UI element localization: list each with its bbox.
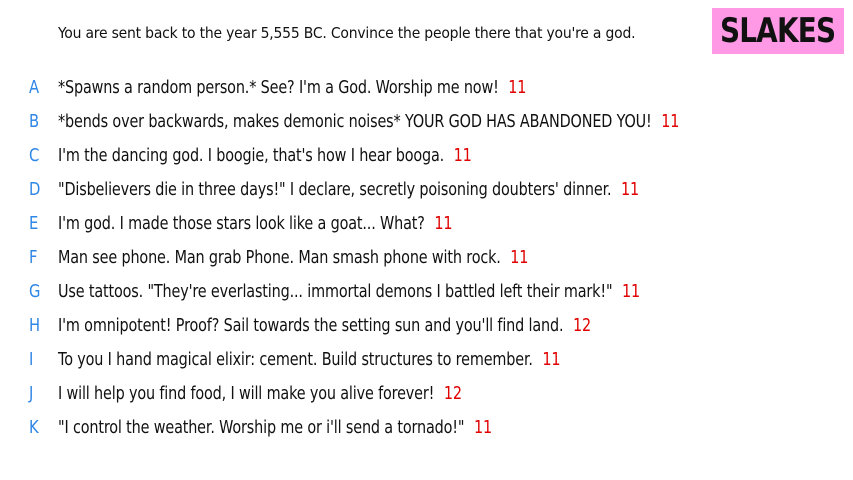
answer-text: I'm omnipotent! Proof? Sail towards the …: [58, 314, 564, 336]
answer-score: 11: [621, 178, 640, 200]
answer-letter: H: [29, 314, 41, 336]
answer-content: I'm the dancing god. I boogie, that's ho…: [58, 145, 472, 166]
answer-row: F Man see phone. Man grab Phone. Man smas…: [0, 240, 853, 274]
answer-row: H I'm omnipotent! Proof? Sail towards the…: [0, 308, 853, 342]
answer-score: 12: [573, 314, 592, 336]
answer-text: I'm the dancing god. I boogie, that's ho…: [58, 144, 445, 166]
answer-content: I'm omnipotent! Proof? Sail towards the …: [58, 315, 591, 336]
answer-row: A *Spawns a random person.* See? I'm a Go…: [0, 70, 853, 104]
answer-score: 11: [434, 212, 453, 234]
answer-content: "I control the weather. Worship me or i'…: [58, 417, 492, 438]
answer-letter: C: [29, 144, 40, 166]
answer-text: *bends over backwards, makes demonic noi…: [58, 110, 652, 132]
answer-row: D "Disbelievers die in three days!" I dec…: [0, 172, 853, 206]
answer-text: "Disbelievers die in three days!" I decl…: [58, 178, 612, 200]
answer-content: I will help you find food, I will make y…: [58, 383, 462, 404]
answer-content: "Disbelievers die in three days!" I decl…: [58, 179, 639, 200]
answer-letter: E: [29, 212, 39, 234]
answer-row: C I'm the dancing god. I boogie, that's h…: [0, 138, 853, 172]
answer-letter: B: [29, 110, 40, 132]
answer-content: I'm god. I made those stars look like a …: [58, 212, 453, 234]
answer-row: E I'm god. I made those stars look like a…: [0, 206, 853, 240]
answer-score: 11: [622, 280, 641, 302]
answer-text: "I control the weather. Worship me or i'…: [58, 416, 465, 438]
logo-text: SLAKES: [719, 11, 836, 51]
answer-row: J I will help you find food, I will make …: [0, 376, 853, 410]
answer-content: Use tattoos. "They're everlasting... imm…: [58, 281, 640, 302]
answer-letter: F: [29, 246, 38, 268]
answer-content: *bends over backwards, makes demonic noi…: [58, 111, 679, 132]
answer-row: I To you I hand magical elixir: cement. B…: [0, 342, 853, 376]
answer-row: K "I control the weather. Worship me or i…: [0, 410, 853, 444]
answer-score: 11: [542, 348, 561, 370]
answer-score: 12: [443, 382, 462, 404]
answer-score: 11: [661, 110, 680, 132]
answer-text: *Spawns a random person.* See? I'm a God…: [58, 76, 499, 98]
answer-letter: G: [29, 280, 41, 302]
answer-content: *Spawns a random person.* See? I'm a God…: [58, 77, 526, 98]
answer-score: 11: [510, 246, 529, 268]
answer-text: Use tattoos. "They're everlasting... imm…: [58, 280, 613, 302]
logo-box: SLAKES: [712, 8, 844, 54]
answer-letter: K: [29, 416, 39, 438]
answer-row: G Use tattoos. "They're everlasting... im…: [0, 274, 853, 308]
answer-content: To you I hand magical elixir: cement. Bu…: [58, 348, 561, 370]
answer-letter: J: [29, 382, 34, 404]
answer-score: 11: [453, 144, 472, 166]
answer-letter: D: [29, 178, 41, 200]
answer-list: A *Spawns a random person.* See? I'm a Go…: [0, 70, 853, 444]
answer-letter: I: [29, 348, 34, 370]
answer-text: Man see phone. Man grab Phone. Man smash…: [58, 246, 501, 268]
answer-text: To you I hand magical elixir: cement. Bu…: [58, 348, 533, 370]
answer-content: Man see phone. Man grab Phone. Man smash…: [58, 247, 528, 268]
answer-text: I will help you find food, I will make y…: [58, 382, 435, 404]
answer-row: B *bends over backwards, makes demonic no…: [0, 104, 853, 138]
answer-score: 11: [473, 416, 492, 438]
prompt-text: You are sent back to the year 5,555 BC. …: [58, 24, 636, 42]
answer-score: 11: [508, 76, 527, 98]
answer-text: I'm god. I made those stars look like a …: [58, 212, 425, 234]
answer-letter: A: [29, 76, 40, 98]
